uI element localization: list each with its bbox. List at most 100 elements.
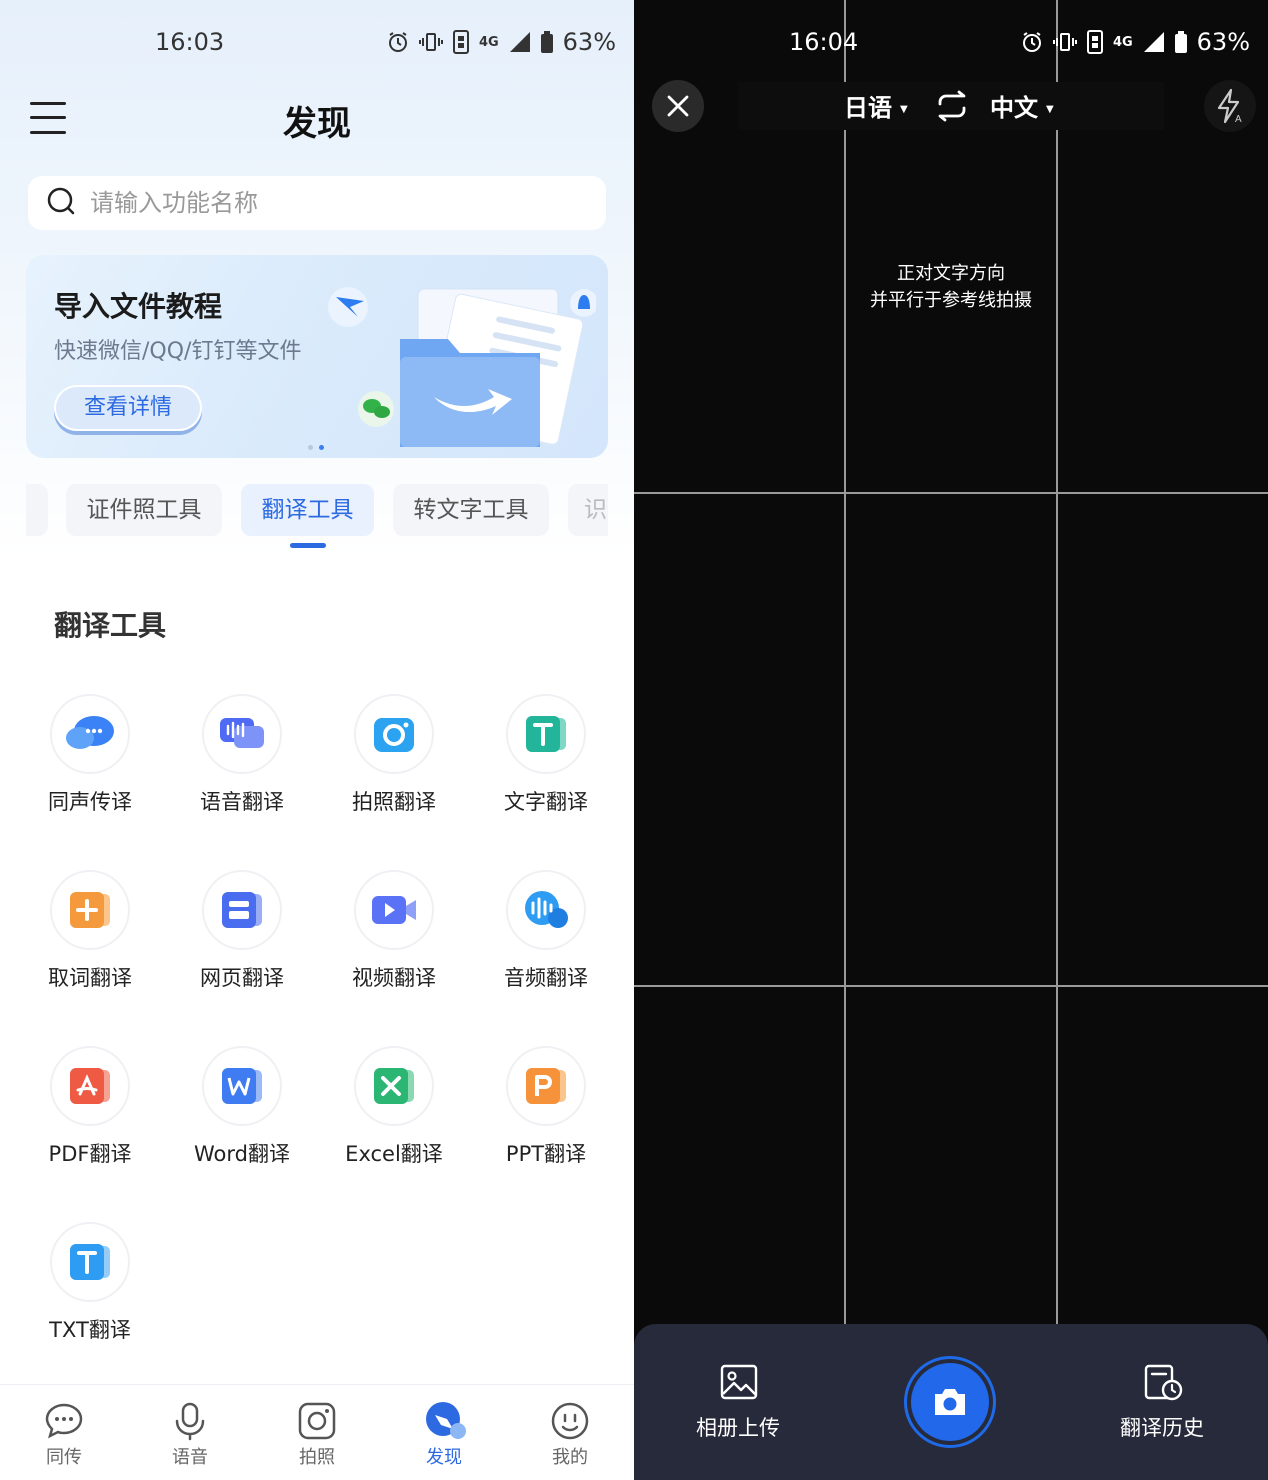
webpage-icon — [202, 870, 282, 950]
tab-speech-to-text-tools[interactable]: 转文字工具 — [393, 484, 549, 536]
camera-translate-screen: 16:04 4G 63% 日语 ▼ 中文 ▼ A 正对文字方向 并平行于参考线拍… — [634, 0, 1268, 1480]
ppt-icon — [506, 1046, 586, 1126]
tool-word-pick-translation[interactable]: 取词翻译 — [30, 870, 150, 1010]
tool-video-translation[interactable]: 视频翻译 — [334, 870, 454, 1010]
signal-icon — [509, 31, 531, 53]
battery-percent: 63% — [1196, 28, 1250, 56]
tool-label: 文字翻译 — [504, 790, 588, 814]
view-details-button[interactable]: 查看详情 — [54, 385, 202, 431]
status-bar: 16:04 4G 63% — [634, 24, 1268, 64]
tool-simultaneous-interpretation[interactable]: 同声传译 — [30, 694, 150, 834]
search-icon — [46, 186, 76, 220]
tab-id-photo-tools[interactable]: 证件照工具 — [66, 484, 222, 536]
nav-photo[interactable]: 拍照 — [277, 1397, 357, 1477]
status-bar: 16:03 4G 63% — [0, 24, 634, 64]
active-tab-indicator — [290, 543, 326, 548]
section-title: 翻译工具 — [54, 609, 167, 642]
txt-icon — [50, 1222, 130, 1302]
tool-label: 拍照翻译 — [352, 790, 436, 814]
tab-next-partial[interactable]: 识 — [568, 484, 608, 536]
sim-icon — [1086, 30, 1103, 54]
shutter-button[interactable] — [904, 1356, 996, 1448]
bottom-navigation: 同传 语音 拍照 发现 我的 — [0, 1384, 634, 1480]
nav-voice[interactable]: 语音 — [150, 1397, 230, 1477]
tab-translation-tools[interactable]: 翻译工具 — [241, 484, 374, 536]
album-upload-button[interactable]: 相册上传 — [678, 1362, 798, 1442]
guide-line-horizontal — [634, 985, 1268, 987]
status-time: 16:03 — [155, 28, 225, 56]
camera-icon — [354, 694, 434, 774]
flash-auto-icon: A — [1217, 88, 1242, 124]
tool-audio-translation[interactable]: 音频翻译 — [486, 870, 606, 1010]
tool-label: TXT翻译 — [49, 1318, 131, 1342]
alignment-hint: 正对文字方向 并平行于参考线拍摄 — [634, 260, 1268, 314]
chat-bubble-icon — [50, 694, 130, 774]
category-tabs: 证件照工具 翻译工具 转文字工具 识 — [26, 484, 608, 536]
camera-icon — [298, 1402, 336, 1440]
target-language-selector[interactable]: 中文 ▼ — [990, 88, 1054, 123]
gallery-icon — [720, 1364, 758, 1400]
tool-label: 同声传译 — [48, 790, 132, 814]
guide-line-vertical — [1056, 0, 1058, 1324]
tool-label: Excel翻译 — [345, 1142, 443, 1166]
tool-webpage-translation[interactable]: 网页翻译 — [182, 870, 302, 1010]
guide-line-horizontal — [634, 492, 1268, 494]
microphone-icon — [175, 1402, 205, 1441]
discover-icon — [426, 1402, 466, 1439]
source-language-selector[interactable]: 日语 ▼ — [844, 88, 908, 123]
tool-word-translation[interactable]: Word翻译 — [182, 1046, 302, 1186]
tool-pdf-translation[interactable]: PDF翻译 — [30, 1046, 150, 1186]
voice-wave-icon — [202, 694, 282, 774]
alarm-icon — [1021, 31, 1043, 53]
tool-voice-translation[interactable]: 语音翻译 — [182, 694, 302, 834]
network-4g-icon: 4G — [478, 34, 499, 50]
caret-down-icon: ▼ — [900, 103, 908, 115]
page-title: 发现 — [283, 104, 351, 144]
tab-previous-partial[interactable] — [26, 484, 48, 536]
nav-simultaneous[interactable]: 同传 — [24, 1397, 104, 1477]
nav-profile[interactable]: 我的 — [530, 1397, 610, 1477]
folder-illustration — [328, 287, 596, 447]
swap-languages-button[interactable] — [934, 90, 970, 122]
tool-label: Word翻译 — [194, 1142, 290, 1166]
vibrate-icon — [1052, 32, 1077, 52]
tool-label: 音频翻译 — [504, 966, 588, 990]
swap-icon — [938, 90, 966, 122]
alarm-icon — [387, 31, 409, 53]
source-language: 日语 — [844, 94, 892, 122]
target-language: 中文 — [990, 94, 1038, 122]
word-icon — [202, 1046, 282, 1126]
tool-excel-translation[interactable]: Excel翻译 — [334, 1046, 454, 1186]
text-t-icon — [506, 694, 586, 774]
tool-label: 语音翻译 — [200, 790, 284, 814]
banner-subtitle: 快速微信/QQ/钉钉等文件 — [54, 339, 302, 364]
audio-wave-icon — [506, 870, 586, 950]
status-time: 16:04 — [789, 28, 859, 56]
tool-label: 网页翻译 — [200, 966, 284, 990]
tool-photo-translation[interactable]: 拍照翻译 — [334, 694, 454, 834]
tool-ppt-translation[interactable]: PPT翻译 — [486, 1046, 606, 1186]
search-input[interactable] — [90, 189, 550, 217]
hint-line-2: 并平行于参考线拍摄 — [870, 290, 1032, 311]
battery-icon — [540, 31, 553, 53]
translation-history-label: 翻译历史 — [1120, 1416, 1204, 1440]
tool-txt-translation[interactable]: TXT翻译 — [30, 1222, 150, 1362]
close-button[interactable] — [652, 80, 704, 132]
camera-control-bar: 相册上传 翻译历史 — [634, 1324, 1268, 1480]
flash-auto-button[interactable]: A — [1204, 80, 1256, 132]
network-4g-icon: 4G — [1112, 34, 1133, 50]
guide-line-vertical — [844, 0, 846, 1324]
tool-text-translation[interactable]: 文字翻译 — [486, 694, 606, 834]
search-bar[interactable] — [28, 176, 606, 230]
nav-discover[interactable]: 发现 — [404, 1397, 484, 1477]
history-icon — [1144, 1364, 1183, 1401]
discover-screen: 16:03 4G 63% 发现 请输入功能名称 导入文件教程 快速微信/QQ/钉… — [0, 0, 634, 1480]
battery-percent: 63% — [562, 28, 616, 56]
tutorial-banner[interactable]: 导入文件教程 快速微信/QQ/钉钉等文件 查看详情 — [26, 255, 608, 458]
translation-history-button[interactable]: 翻译历史 — [1102, 1362, 1222, 1442]
vibrate-icon — [418, 32, 443, 52]
chat-icon — [45, 1403, 83, 1439]
signal-icon — [1143, 31, 1165, 53]
tool-label: 视频翻译 — [352, 966, 436, 990]
tool-label: PDF翻译 — [48, 1142, 132, 1166]
